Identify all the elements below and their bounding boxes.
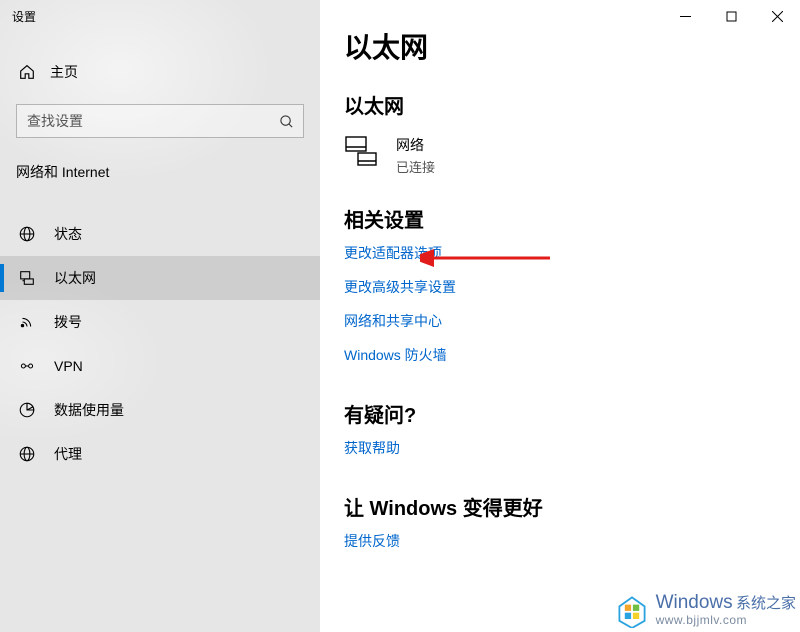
home-nav[interactable]: 主页 bbox=[0, 52, 320, 92]
content-area: 以太网 以太网 网络 已连接 相关设置 更改适配器选项 更 bbox=[320, 0, 800, 632]
feedback-title: 让 Windows 变得更好 bbox=[344, 492, 776, 521]
sidebar: 主页 网络和 Internet bbox=[0, 0, 320, 632]
link-windows-firewall[interactable]: Windows 防火墙 bbox=[344, 345, 776, 365]
settings-window: 主页 网络和 Internet bbox=[0, 0, 800, 632]
window-body: 主页 网络和 Internet bbox=[0, 0, 800, 632]
link-network-sharing-center[interactable]: 网络和共享中心 bbox=[344, 311, 776, 331]
data-usage-icon bbox=[18, 401, 36, 419]
home-label: 主页 bbox=[50, 62, 78, 82]
globe-icon bbox=[18, 225, 36, 243]
help-title: 有疑问? bbox=[344, 399, 776, 428]
nav-label: 状态 bbox=[54, 224, 82, 244]
nav-status[interactable]: 状态 bbox=[0, 212, 320, 256]
titlebar: 设置 bbox=[0, 0, 800, 32]
nav-dialup[interactable]: 拨号 bbox=[0, 300, 320, 344]
related-settings-title: 相关设置 bbox=[344, 204, 776, 233]
nav-proxy[interactable]: 代理 bbox=[0, 432, 320, 476]
nav-vpn[interactable]: VPN bbox=[0, 344, 320, 388]
watermark-url: www.bjjmlv.com bbox=[656, 614, 796, 627]
link-get-help[interactable]: 获取帮助 bbox=[344, 438, 776, 458]
search-container bbox=[16, 104, 304, 138]
search-icon bbox=[269, 114, 303, 129]
window-title: 设置 bbox=[12, 8, 36, 25]
nav-label: 数据使用量 bbox=[54, 400, 124, 420]
close-button[interactable] bbox=[754, 0, 800, 32]
nav-label: 代理 bbox=[54, 444, 82, 464]
ethernet-icon bbox=[18, 269, 36, 287]
home-icon bbox=[18, 63, 36, 81]
nav-list: 状态 以太网 bbox=[0, 212, 320, 476]
watermark: Windows 系统之家 www.bjjmlv.com bbox=[614, 592, 796, 628]
search-box[interactable] bbox=[16, 104, 304, 138]
network-section-title: 以太网 bbox=[344, 90, 776, 119]
nav-ethernet[interactable]: 以太网 bbox=[0, 256, 320, 300]
network-status: 已连接 bbox=[396, 157, 435, 176]
nav-data-usage[interactable]: 数据使用量 bbox=[0, 388, 320, 432]
nav-label: 以太网 bbox=[54, 268, 96, 288]
minimize-button[interactable] bbox=[662, 0, 708, 32]
watermark-logo-icon bbox=[614, 592, 650, 628]
link-adapter-options[interactable]: 更改适配器选项 bbox=[344, 243, 776, 263]
watermark-brand: Windows bbox=[656, 592, 733, 613]
page-title: 以太网 bbox=[344, 26, 776, 66]
dialup-icon bbox=[18, 313, 36, 331]
link-give-feedback[interactable]: 提供反馈 bbox=[344, 531, 776, 551]
network-name: 网络 bbox=[396, 135, 435, 155]
monitor-icon bbox=[344, 135, 378, 169]
link-advanced-sharing[interactable]: 更改高级共享设置 bbox=[344, 277, 776, 297]
nav-label: VPN bbox=[54, 358, 83, 374]
nav-label: 拨号 bbox=[54, 312, 82, 332]
window-controls bbox=[662, 0, 800, 32]
search-input[interactable] bbox=[17, 113, 269, 129]
network-item[interactable]: 网络 已连接 bbox=[344, 135, 776, 176]
watermark-suffix: 系统之家 bbox=[736, 595, 796, 612]
nav-section-label: 网络和 Internet bbox=[0, 138, 320, 192]
vpn-icon bbox=[18, 357, 36, 375]
maximize-button[interactable] bbox=[708, 0, 754, 32]
proxy-icon bbox=[18, 445, 36, 463]
